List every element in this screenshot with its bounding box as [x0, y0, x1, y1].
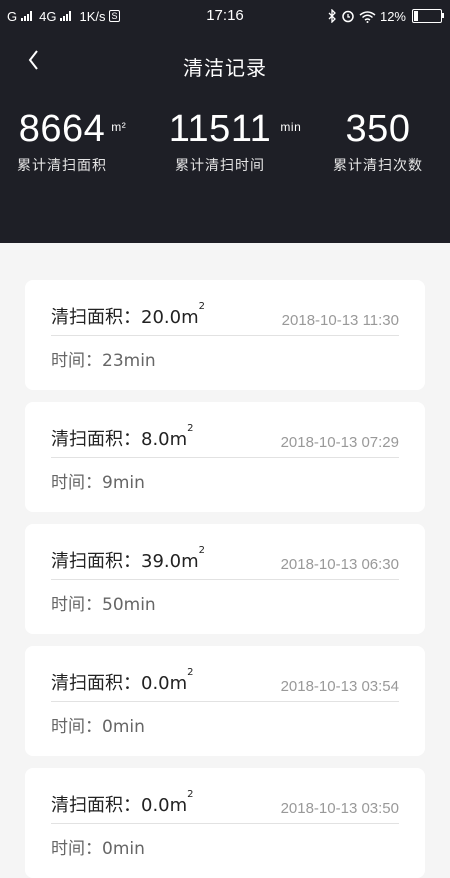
- record-date: 2018-10-13 06:30: [280, 556, 399, 573]
- record-area: 清扫面积：20.0m2: [51, 301, 205, 328]
- signal-icon: [60, 11, 72, 21]
- record-date: 2018-10-13 03:54: [280, 678, 399, 695]
- alarm-icon: [342, 10, 354, 23]
- s-badge: S: [109, 10, 120, 22]
- stats-summary: 8664 m² 累计清扫面积 11511 min 累计清扫时间 350 累计清扫次数: [0, 109, 450, 175]
- record-time: 时间：0min: [51, 717, 145, 737]
- carrier-label: G: [7, 8, 18, 24]
- record-time: 时间：0min: [51, 839, 145, 859]
- bluetooth-icon: [328, 9, 336, 23]
- stat-unit: m²: [111, 120, 127, 134]
- battery-icon: [412, 9, 444, 23]
- record-card[interactable]: 清扫面积：0.0m2 2018-10-13 03:50 时间：0min: [25, 768, 425, 878]
- record-time: 时间：9min: [51, 473, 145, 493]
- stat-value: 350: [345, 108, 411, 150]
- record-time: 时间：23min: [51, 351, 156, 371]
- stat-unit: min: [280, 120, 302, 134]
- wifi-icon: [359, 10, 376, 23]
- record-time: 时间：50min: [51, 595, 156, 615]
- record-date: 2018-10-13 03:50: [280, 800, 399, 817]
- status-bar: G 4G 1K/s S 17:16 12%: [0, 0, 450, 32]
- record-card[interactable]: 清扫面积：0.0m2 2018-10-13 03:54 时间：0min: [25, 646, 425, 756]
- record-date: 2018-10-13 07:29: [280, 434, 399, 451]
- stat-total-time: 11511 min 累计清扫时间: [168, 108, 301, 175]
- nav-bar: 清洁记录: [0, 32, 450, 92]
- stat-label: 累计清扫次数: [333, 158, 423, 174]
- record-card[interactable]: 清扫面积：8.0m2 2018-10-13 07:29 时间：9min: [25, 402, 425, 512]
- record-area: 清扫面积：0.0m2: [51, 789, 194, 816]
- record-card[interactable]: 清扫面积：20.0m2 2018-10-13 11:30 时间：23min: [25, 280, 425, 390]
- record-list: 清扫面积：20.0m2 2018-10-13 11:30 时间：23min 清扫…: [0, 243, 450, 878]
- page-title: 清洁记录: [183, 56, 267, 80]
- stat-label: 累计清扫时间: [175, 158, 265, 174]
- speed-label: 1K/s: [79, 8, 106, 24]
- stat-total-area: 8664 m² 累计清扫面积: [17, 108, 126, 175]
- stat-total-count: 350 累计清扫次数: [333, 109, 423, 175]
- signal-icon: [21, 11, 33, 21]
- stat-value: 8664: [18, 108, 106, 150]
- record-card[interactable]: 清扫面积：39.0m2 2018-10-13 06:30 时间：50min: [25, 524, 425, 634]
- record-area: 清扫面积：0.0m2: [51, 667, 194, 694]
- network-label: 4G: [39, 8, 57, 24]
- stat-value: 11511: [168, 108, 272, 150]
- stat-label: 累计清扫面积: [17, 158, 107, 174]
- battery-label: 12%: [379, 8, 406, 24]
- header: G 4G 1K/s S 17:16 12% 清洁记录 8664 m² 累计清扫面积…: [0, 0, 450, 243]
- record-date: 2018-10-13 11:30: [281, 312, 399, 329]
- record-area: 清扫面积：39.0m2: [51, 545, 205, 572]
- record-area: 清扫面积：8.0m2: [51, 423, 194, 450]
